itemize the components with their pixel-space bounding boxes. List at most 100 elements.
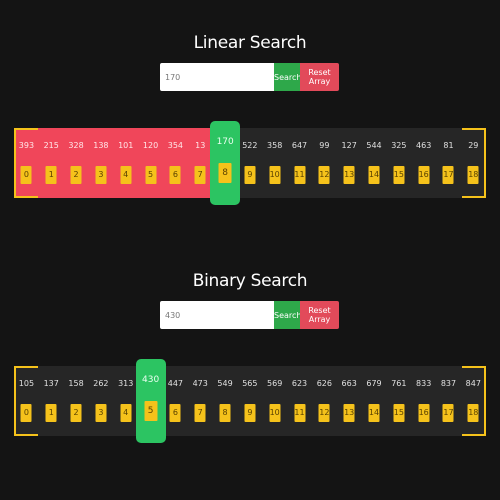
linear-array-cell: 13 7 — [187, 128, 213, 198]
linear-array-cell: 127 13 — [337, 128, 362, 198]
binary-index-badge: 12 — [318, 404, 330, 422]
binary-index-badge: 2 — [70, 404, 82, 422]
linear-cell-value: 81 — [443, 141, 454, 150]
binary-index-badge: 15 — [393, 404, 405, 422]
binary-cell-value: 473 — [192, 379, 208, 388]
binary-cell-value: 569 — [267, 379, 283, 388]
linear-array-cell: 99 12 — [312, 128, 337, 198]
linear-array-cell: 358 10 — [262, 128, 287, 198]
linear-search-input[interactable] — [160, 63, 274, 91]
binary-array-cell: 549 8 — [213, 366, 238, 436]
linear-index-badge: 1 — [45, 166, 57, 184]
linear-index-badge: 15 — [393, 166, 405, 184]
binary-array-cell: 663 13 — [337, 366, 362, 436]
linear-index-badge: 13 — [343, 166, 355, 184]
binary-index-badge: 3 — [95, 404, 107, 422]
linear-current-index-badge: 8 — [218, 163, 232, 183]
binary-current-value: 430 — [142, 375, 160, 385]
linear-cell-value: 138 — [93, 141, 109, 150]
linear-array-cell: 29 18 — [461, 128, 486, 198]
linear-index-badge: 14 — [368, 166, 380, 184]
linear-array-cell: 463 16 — [411, 128, 436, 198]
binary-index-badge: 10 — [269, 404, 281, 422]
linear-current-cell: 170 8 — [210, 121, 241, 205]
binary-search-button[interactable]: Search — [274, 301, 301, 329]
linear-cell-value: 647 — [291, 141, 308, 150]
binary-array-cell: 158 2 — [64, 366, 89, 436]
linear-array-cell: 120 5 — [138, 128, 163, 198]
binary-reset-array-button[interactable]: Reset Array — [300, 301, 339, 329]
linear-cell-value: 101 — [118, 141, 134, 150]
binary-index-badge: 16 — [418, 404, 430, 422]
binary-array-cell: 626 12 — [312, 366, 337, 436]
binary-cell-value: 837 — [440, 379, 457, 388]
linear-array-cell: 101 4 — [113, 128, 139, 198]
binary-cell-value: 549 — [217, 379, 233, 388]
linear-index-badge: 7 — [194, 166, 206, 184]
binary-array-cell: 565 9 — [237, 366, 262, 436]
binary-search-input[interactable] — [160, 301, 274, 329]
binary-search-section: Binary Search Search Reset Array 1050137… — [0, 268, 500, 443]
binary-array-cell: 679 14 — [362, 366, 387, 436]
linear-cell-value: 127 — [341, 141, 357, 150]
binary-array-cell: 447 6 — [163, 366, 188, 436]
binary-current-index-badge: 5 — [144, 401, 158, 421]
linear-index-badge: 4 — [120, 166, 132, 184]
binary-cell-value: 262 — [93, 379, 109, 388]
binary-array-cell: 847 18 — [461, 366, 486, 436]
binary-search-controls: Search Reset Array — [160, 301, 339, 329]
binary-array-cell: 623 11 — [287, 366, 312, 436]
binary-index-badge: 17 — [442, 404, 454, 422]
binary-index-badge: 1 — [45, 404, 57, 422]
binary-index-badge: 9 — [244, 404, 256, 422]
binary-cell-value: 679 — [366, 379, 382, 388]
linear-index-badge: 6 — [169, 166, 181, 184]
binary-index-badge: 7 — [194, 404, 206, 422]
linear-search-controls: Search Reset Array — [160, 63, 339, 91]
linear-cell-value: 13 — [195, 141, 206, 150]
linear-index-badge: 17 — [442, 166, 454, 184]
binary-array-cell: 837 17 — [436, 366, 461, 436]
binary-cell-value: 626 — [316, 379, 332, 388]
linear-array-track: 393 0 215 1 328 2 138 3 101 4 120 5 354 6 13 7 522 9 358 10… — [14, 121, 486, 205]
binary-index-badge: 6 — [169, 404, 181, 422]
linear-array-cell: 522 9 — [237, 128, 262, 198]
linear-index-badge: 18 — [467, 166, 479, 184]
binary-cell-value: 833 — [416, 379, 432, 388]
linear-index-badge: 12 — [318, 166, 330, 184]
linear-cell-value: 463 — [416, 141, 432, 150]
linear-cell-value: 328 — [68, 141, 84, 150]
linear-search-title: Linear Search — [193, 33, 307, 53]
linear-array-cell: 354 6 — [162, 128, 188, 198]
binary-cell-value: 158 — [68, 379, 84, 388]
linear-search-button[interactable]: Search — [274, 63, 301, 91]
linear-cell-value: 393 — [18, 141, 35, 150]
binary-index-badge: 4 — [120, 404, 132, 422]
binary-index-badge: 8 — [219, 404, 231, 422]
binary-array-cell: 105 0 — [14, 366, 39, 436]
binary-cell-value: 761 — [391, 379, 407, 388]
binary-array-cell: 262 3 — [88, 366, 113, 436]
linear-reset-array-button[interactable]: Reset Array — [300, 63, 339, 91]
linear-array-cell: 325 15 — [386, 128, 411, 198]
linear-array-cell: 393 0 — [14, 128, 39, 198]
binary-cell-value: 313 — [118, 379, 134, 388]
linear-cell-value: 99 — [319, 141, 330, 150]
linear-index-badge: 0 — [20, 166, 32, 184]
binary-array-cell: 313 4 — [113, 366, 138, 436]
linear-index-badge: 3 — [95, 166, 107, 184]
binary-index-badge: 18 — [467, 404, 479, 422]
linear-index-badge: 16 — [418, 166, 430, 184]
binary-cell-value: 663 — [341, 379, 357, 388]
linear-search-section: Linear Search Search Reset Array 3930215… — [0, 30, 500, 205]
linear-index-badge: 2 — [70, 166, 82, 184]
linear-cell-value: 29 — [468, 141, 479, 150]
linear-cell-value: 358 — [267, 141, 283, 150]
linear-index-badge: 9 — [244, 166, 256, 184]
linear-cell-value: 522 — [242, 141, 258, 150]
linear-array-cell: 138 3 — [88, 128, 114, 198]
linear-array-cell: 328 2 — [63, 128, 89, 198]
linear-index-badge: 5 — [145, 166, 157, 184]
binary-cell-value: 137 — [43, 379, 59, 388]
linear-array-cell: 215 1 — [38, 128, 64, 198]
